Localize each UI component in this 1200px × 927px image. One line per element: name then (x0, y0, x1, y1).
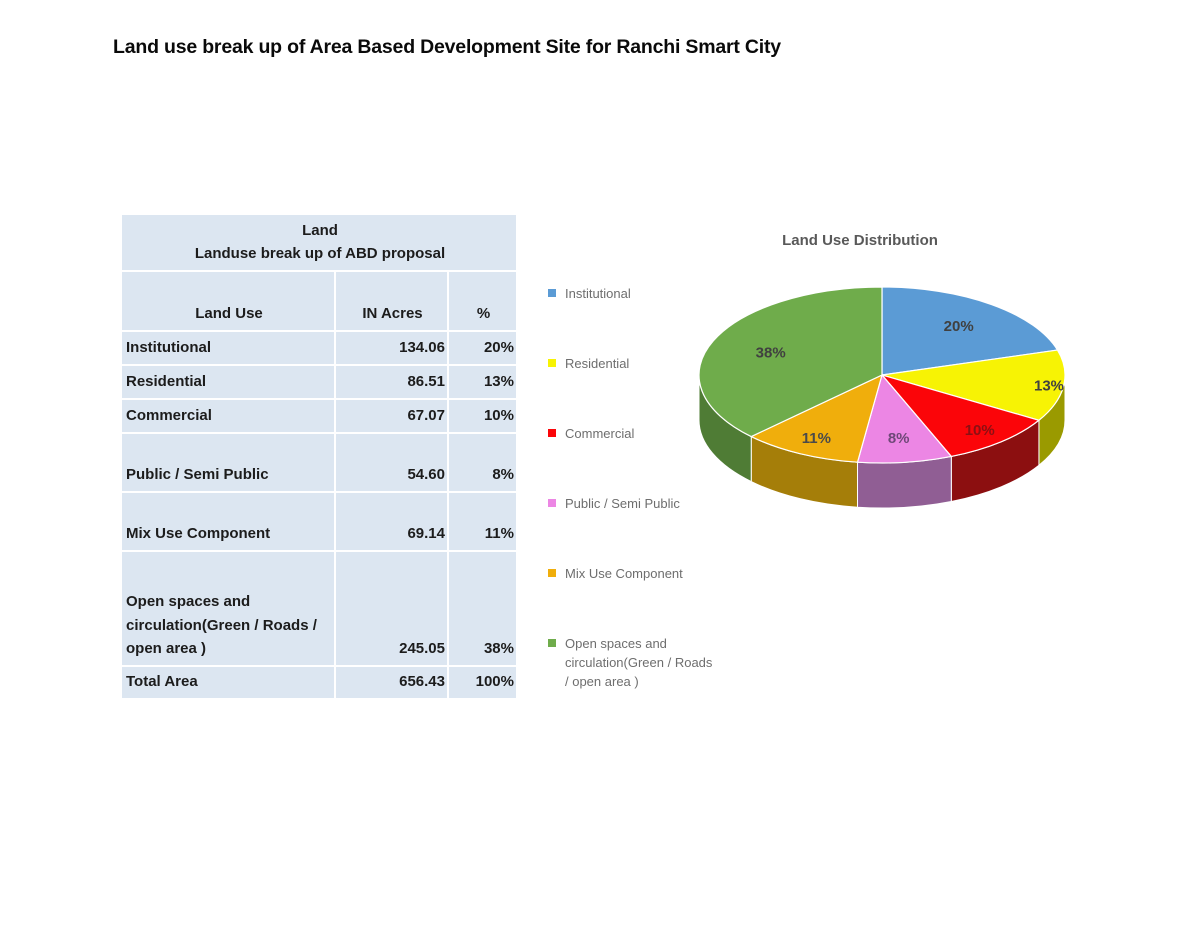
legend-marker (548, 569, 556, 577)
cell-pct: 8% (448, 433, 517, 492)
legend-item: Mix Use Component (548, 564, 716, 583)
cell-land-use: Total Area (121, 666, 335, 699)
table-row: Commercial 67.07 10% (121, 399, 517, 433)
col-header-land-use: Land Use (121, 271, 335, 331)
pie-slice-side (858, 456, 952, 508)
chart-title: Land Use Distribution (660, 232, 1060, 249)
pie-slice-label: 11% (802, 430, 831, 447)
table-row: Mix Use Component 69.14 11% (121, 492, 517, 551)
cell-pct: 38% (448, 551, 517, 666)
pie-slice-label: 38% (756, 345, 786, 362)
cell-pct: 100% (448, 666, 517, 699)
cell-land-use: Mix Use Component (121, 492, 335, 551)
table-title-row: Land Landuse break up of ABD proposal (121, 214, 517, 271)
legend-marker (548, 359, 556, 367)
cell-acres: 245.05 (335, 551, 448, 666)
pie-slice-label: 10% (965, 422, 995, 439)
pie-slice-label: 8% (888, 430, 910, 447)
table-row: Open spaces and circulation(Green / Road… (121, 551, 517, 666)
cell-acres: 656.43 (335, 666, 448, 699)
legend-label: Commercial (565, 424, 634, 443)
col-header-acres: IN Acres (335, 271, 448, 331)
page-title: Land use break up of Area Based Developm… (113, 36, 781, 59)
legend-item: Open spaces and circulation(Green / Road… (548, 634, 716, 691)
table-title-cell: Land Landuse break up of ABD proposal (121, 214, 517, 271)
cell-pct: 10% (448, 399, 517, 433)
cell-land-use: Institutional (121, 331, 335, 365)
cell-acres: 134.06 (335, 331, 448, 365)
cell-acres: 67.07 (335, 399, 448, 433)
pie-slice-label: 20% (944, 318, 974, 335)
table-header-row: Land Use IN Acres % (121, 271, 517, 331)
cell-acres: 54.60 (335, 433, 448, 492)
cell-acres: 86.51 (335, 365, 448, 399)
pie-slice-label: 13% (1034, 377, 1064, 394)
legend-marker (548, 429, 556, 437)
legend-label: Residential (565, 354, 629, 373)
legend-label: Mix Use Component (565, 564, 683, 583)
pie-chart: 20% 13% 10% 8% 11% 38% (650, 250, 1120, 540)
table-row: Public / Semi Public 54.60 8% (121, 433, 517, 492)
slide-page: Land use break up of Area Based Developm… (0, 0, 1200, 927)
table-row: Institutional 134.06 20% (121, 331, 517, 365)
legend-label: Institutional (565, 284, 631, 303)
table-title-line1: Land (126, 219, 514, 242)
cell-pct: 20% (448, 331, 517, 365)
col-header-pct: % (448, 271, 517, 331)
table-row: Residential 86.51 13% (121, 365, 517, 399)
legend-marker (548, 289, 556, 297)
table-title-line2: Landuse break up of ABD proposal (126, 242, 514, 265)
legend-marker (548, 499, 556, 507)
legend-label: Open spaces and circulation(Green / Road… (565, 634, 716, 691)
cell-land-use: Commercial (121, 399, 335, 433)
cell-pct: 13% (448, 365, 517, 399)
cell-land-use: Public / Semi Public (121, 433, 335, 492)
cell-land-use: Open spaces and circulation(Green / Road… (121, 551, 335, 666)
cell-acres: 69.14 (335, 492, 448, 551)
landuse-table: Land Landuse break up of ABD proposal La… (120, 213, 518, 700)
cell-pct: 11% (448, 492, 517, 551)
table-total-row: Total Area 656.43 100% (121, 666, 517, 699)
legend-marker (548, 639, 556, 647)
cell-land-use: Residential (121, 365, 335, 399)
